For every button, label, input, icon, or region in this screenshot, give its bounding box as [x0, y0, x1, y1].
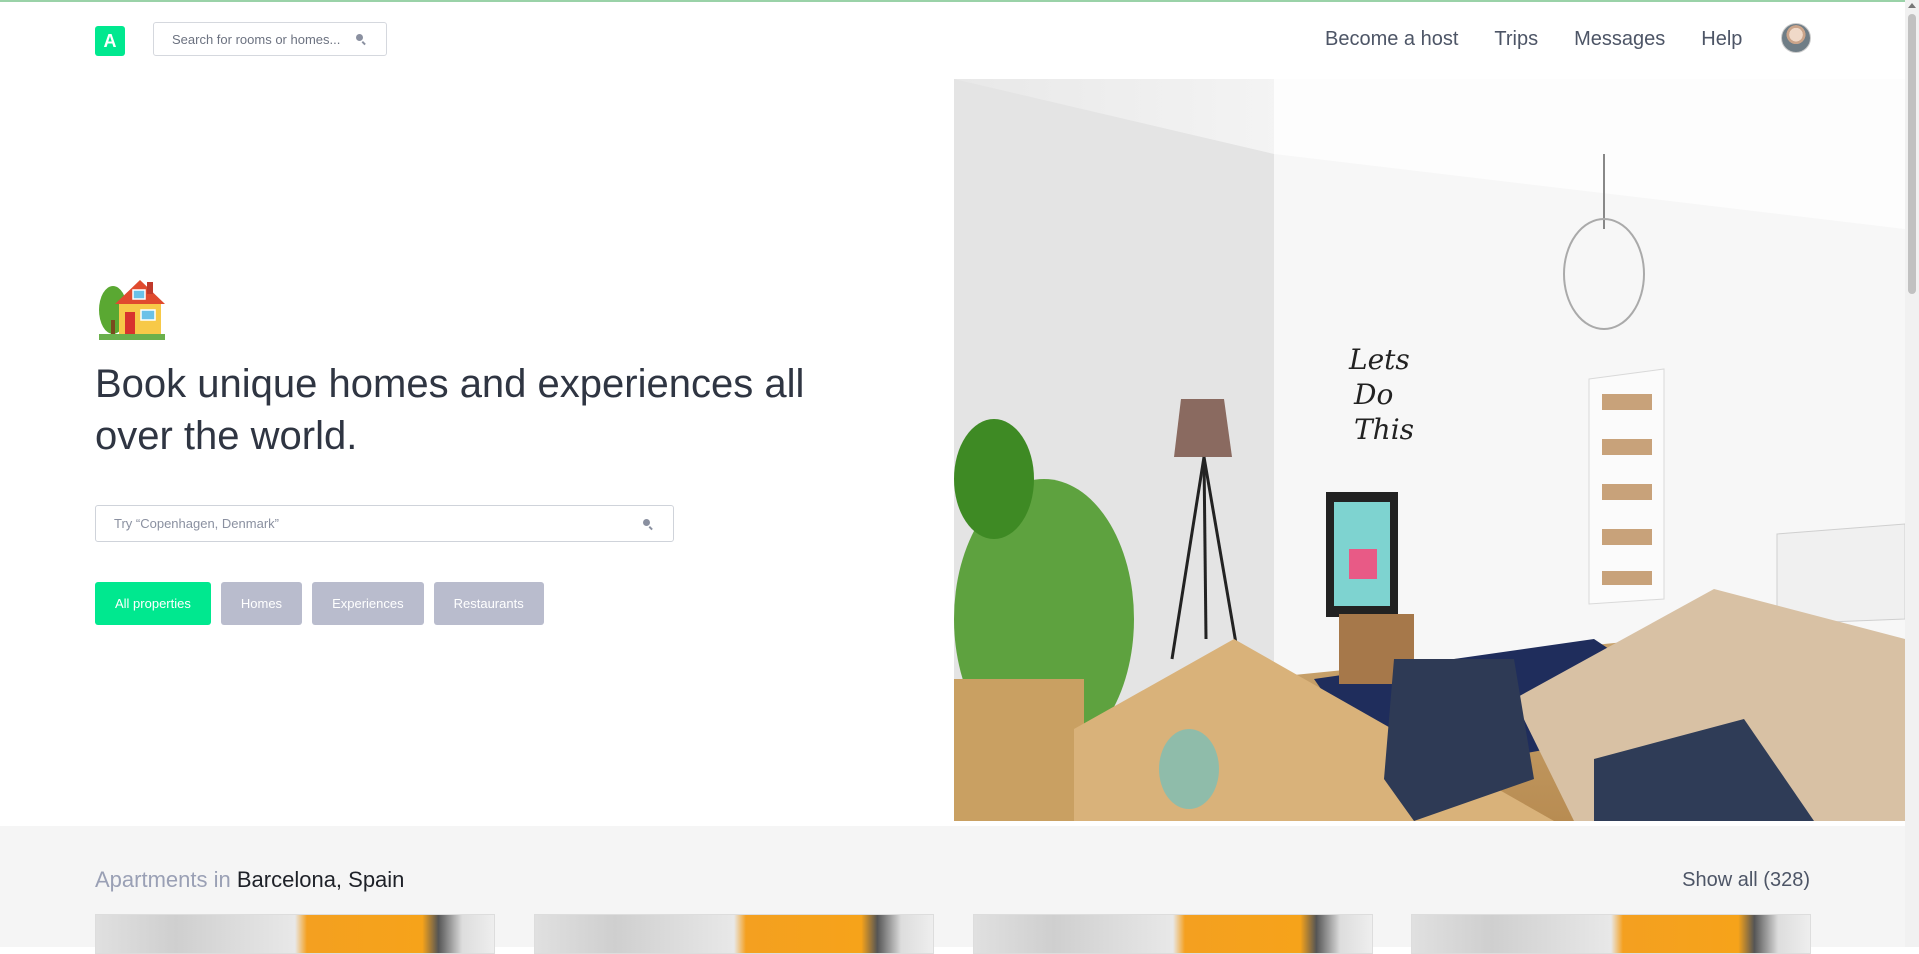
hero-search[interactable]	[95, 505, 674, 542]
scroll-up-arrow-icon[interactable]	[1908, 3, 1916, 8]
listing-card[interactable]	[973, 914, 1373, 954]
nav-become-a-host[interactable]: Become a host	[1325, 28, 1458, 51]
nav-messages[interactable]: Messages	[1574, 28, 1665, 51]
listing-card[interactable]	[534, 914, 934, 954]
filter-experiences[interactable]: Experiences	[312, 582, 424, 625]
scrollbar-thumb[interactable]	[1908, 14, 1916, 294]
svg-text:This: This	[1354, 413, 1414, 446]
search-icon[interactable]	[643, 518, 653, 529]
svg-text:Do: Do	[1353, 378, 1393, 411]
listing-card[interactable]	[95, 914, 495, 954]
header-search-input[interactable]	[170, 30, 356, 48]
page-scrollbar[interactable]	[1905, 0, 1919, 947]
hero-headline: Book unique homes and experiences all ov…	[95, 362, 805, 458]
nav-trips[interactable]: Trips	[1494, 28, 1538, 51]
filter-homes[interactable]: Homes	[220, 582, 303, 625]
filter-all-properties[interactable]: All properties	[95, 582, 211, 625]
top-accent-line	[0, 0, 1919, 2]
svg-text:Lets: Lets	[1348, 343, 1410, 376]
show-all-link[interactable]: Show all (328)	[1682, 869, 1810, 892]
logo[interactable]: A	[95, 26, 125, 56]
house-with-garden-icon	[99, 280, 165, 340]
property-filters: All properties Homes Experiences Restaur…	[95, 582, 544, 625]
nav-help[interactable]: Help	[1701, 28, 1742, 51]
filter-restaurants[interactable]: Restaurants	[433, 582, 544, 625]
section-title: Apartments in Barcelona, Spain	[95, 867, 404, 893]
hero-search-input[interactable]	[112, 515, 643, 532]
listing-section: Apartments in Barcelona, Spain Show all …	[0, 826, 1905, 954]
header-search[interactable]	[153, 22, 387, 56]
top-nav: Become a host Trips Messages Help	[1325, 28, 1742, 51]
search-icon[interactable]	[356, 34, 366, 44]
listing-card[interactable]	[1411, 914, 1811, 954]
avatar[interactable]	[1781, 23, 1811, 53]
section-title-prefix: Apartments in	[95, 867, 231, 892]
hero-room-image: Lets Do This	[954, 79, 1905, 821]
section-title-location: Barcelona, Spain	[236, 867, 405, 892]
